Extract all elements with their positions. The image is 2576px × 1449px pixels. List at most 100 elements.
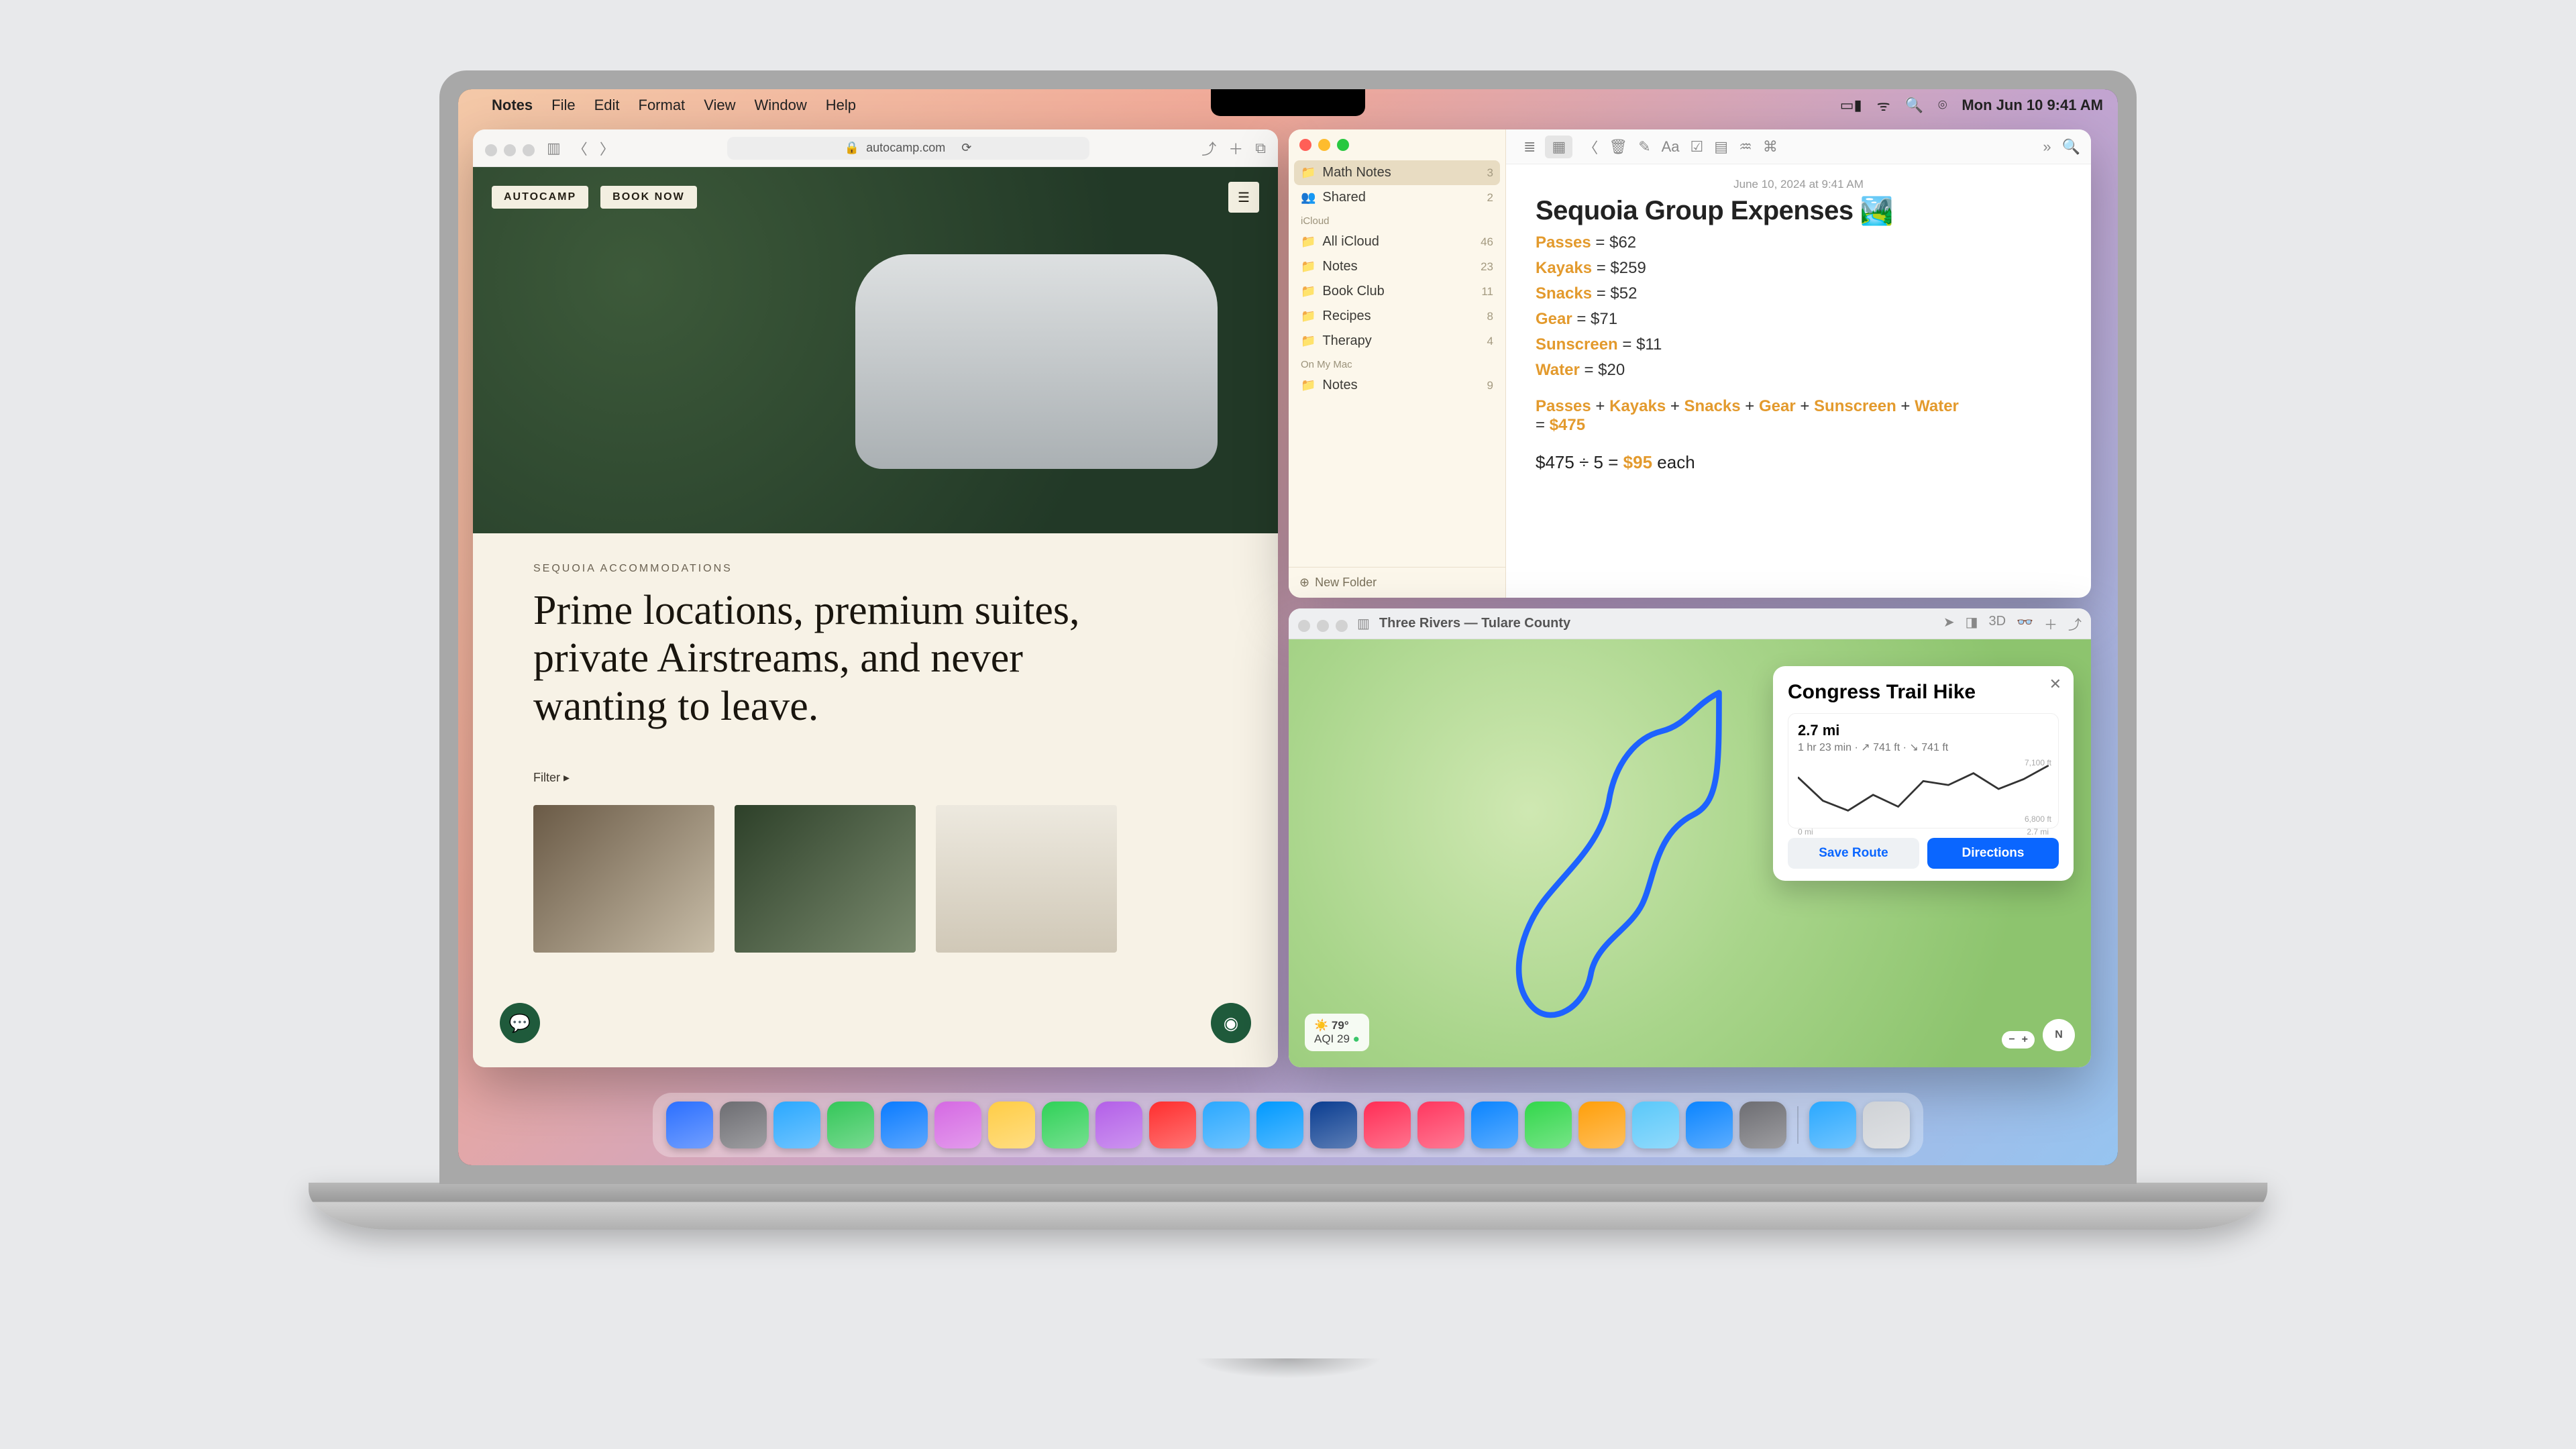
dock-app-10[interactable] <box>1203 1102 1250 1148</box>
hamburger-menu-icon[interactable]: ☰ <box>1228 182 1259 213</box>
new-folder-button[interactable]: ⊕ New Folder <box>1289 567 1505 598</box>
control-center-icon[interactable]: ⌾ <box>1938 97 1947 114</box>
menu-format[interactable]: Format <box>639 97 686 114</box>
safari-traffic-lights[interactable] <box>485 140 535 156</box>
sidebar-toggle-icon[interactable]: ▥ <box>547 140 561 157</box>
compass-icon[interactable]: N <box>2043 1019 2075 1051</box>
dock-app-12[interactable] <box>1310 1102 1357 1148</box>
3d-toggle[interactable]: 3D <box>1989 614 2006 633</box>
close-icon[interactable]: ✕ <box>2049 676 2061 693</box>
sun-icon: ☀️ <box>1314 1019 1328 1032</box>
dock-app-5[interactable] <box>934 1102 981 1148</box>
book-now-button[interactable]: BOOK NOW <box>600 186 697 209</box>
view-mode-segment[interactable]: ≣ ▦ <box>1517 136 1572 158</box>
save-route-button[interactable]: Save Route <box>1788 838 1919 869</box>
expense-key: Snacks <box>1536 284 1592 303</box>
wifi-icon[interactable]: ᯤ <box>1877 95 1890 115</box>
sidebar-item-math-notes[interactable]: 📁 Math Notes 3 <box>1294 160 1500 185</box>
menu-help[interactable]: Help <box>826 97 856 114</box>
accessibility-fab-icon[interactable]: ◉ <box>1211 1003 1251 1043</box>
sidebar-item-book-club[interactable]: 📁Book Club11 <box>1289 279 1505 304</box>
dock-app-15[interactable] <box>1471 1102 1518 1148</box>
sidebar-item-onmac-notes[interactable]: 📁Notes9 <box>1289 373 1505 398</box>
menu-file[interactable]: File <box>551 97 575 114</box>
address-bar[interactable]: 🔒 autocamp.com ⟳ <box>727 137 1089 160</box>
menubar-clock[interactable]: Mon Jun 10 9:41 AM <box>1962 97 2103 114</box>
dock-app-21[interactable] <box>1809 1102 1856 1148</box>
chat-fab-icon[interactable]: 💬 <box>500 1003 540 1043</box>
display-notch <box>1211 89 1365 116</box>
dock-app-14[interactable] <box>1417 1102 1464 1148</box>
locate-icon[interactable]: ➤ <box>1943 614 1955 633</box>
maps-sidebar-icon[interactable]: ▥ <box>1357 615 1370 632</box>
spotlight-icon[interactable]: 🔍 <box>1905 97 1923 114</box>
zoom-control[interactable]: −+ <box>2002 1031 2035 1049</box>
thumb-2[interactable] <box>735 805 916 953</box>
compose-icon[interactable]: ✎ <box>1638 138 1650 156</box>
notes-window: 📁 Math Notes 3 👥 Shared 2 iCloud 📁All iC… <box>1289 129 2091 598</box>
menu-window[interactable]: Window <box>754 97 806 114</box>
audio-icon[interactable]: ♒︎ <box>1739 138 1752 156</box>
weather-aqi-badge[interactable]: ☀️ 79° AQI 29 ● <box>1305 1014 1369 1051</box>
dock-app-1[interactable] <box>720 1102 767 1148</box>
forward-icon[interactable]: 〉 <box>600 138 614 159</box>
trash-icon[interactable]: 🗑 <box>1609 138 1627 156</box>
search-icon[interactable]: 🔍 <box>2062 138 2080 156</box>
expense-value: = $62 <box>1595 233 1636 252</box>
share-map-icon[interactable]: ⤴︎ <box>2068 614 2082 633</box>
back-icon[interactable]: 〈 <box>573 138 588 159</box>
dock-app-7[interactable] <box>1042 1102 1089 1148</box>
note-body[interactable]: June 10, 2024 at 9:41 AM Sequoia Group E… <box>1506 164 2091 486</box>
dock-app-3[interactable] <box>827 1102 874 1148</box>
more-icon[interactable]: » <box>2043 138 2051 156</box>
maps-traffic-lights[interactable] <box>1298 616 1348 632</box>
dock-app-20[interactable] <box>1739 1102 1786 1148</box>
per-result: $95 <box>1623 452 1652 472</box>
dock-app-9[interactable] <box>1149 1102 1196 1148</box>
checklist-icon[interactable]: ☑︎ <box>1690 138 1704 156</box>
dock-app-18[interactable] <box>1632 1102 1679 1148</box>
menubar-app-name[interactable]: Notes <box>492 97 533 114</box>
directions-button[interactable]: Directions <box>1927 838 2059 869</box>
thumb-3[interactable] <box>936 805 1117 953</box>
dock-app-0[interactable] <box>666 1102 713 1148</box>
menu-view[interactable]: View <box>704 97 735 114</box>
nav-back-icon[interactable]: 〈 <box>1583 136 1598 158</box>
dock-app-17[interactable] <box>1578 1102 1625 1148</box>
zoom-in-icon[interactable]: + <box>2022 1034 2028 1046</box>
zoom-out-icon[interactable]: − <box>2008 1034 2015 1046</box>
dock-app-2[interactable] <box>773 1102 820 1148</box>
dock-app-4[interactable] <box>881 1102 928 1148</box>
share-icon[interactable]: ⤴︎ <box>1201 138 1216 159</box>
filter-button[interactable]: Filter ▸ <box>533 771 1218 785</box>
sidebar-item-therapy[interactable]: 📁Therapy4 <box>1289 329 1505 354</box>
text-style-icon[interactable]: Aa <box>1662 138 1680 156</box>
sidebar-item-shared[interactable]: 👥 Shared 2 <box>1289 185 1505 210</box>
sidebar-item-notes[interactable]: 📁Notes23 <box>1289 254 1505 279</box>
dock-app-22[interactable] <box>1863 1102 1910 1148</box>
reload-icon[interactable]: ⟳ <box>961 141 971 155</box>
table-icon[interactable]: ▤ <box>1714 138 1728 156</box>
brand-logo[interactable]: AUTOCAMP <box>492 186 588 209</box>
dock-app-11[interactable] <box>1256 1102 1303 1148</box>
layers-icon[interactable]: ◨ <box>1966 614 1978 633</box>
new-tab-icon[interactable]: ＋ <box>1228 138 1243 159</box>
link-icon[interactable]: ⌘ <box>1763 138 1778 156</box>
list-view-icon[interactable]: ≣ <box>1517 136 1542 158</box>
sidebar-item-all-icloud[interactable]: 📁All iCloud46 <box>1289 229 1505 254</box>
thumb-1[interactable] <box>533 805 714 953</box>
dock-app-13[interactable] <box>1364 1102 1411 1148</box>
sidebar-item-recipes[interactable]: 📁Recipes8 <box>1289 304 1505 329</box>
map-canvas[interactable]: ✕ Congress Trail Hike 2.7 mi 1 hr 23 min… <box>1289 639 2091 1067</box>
battery-icon[interactable]: ▭▮ <box>1840 97 1862 114</box>
binoculars-icon[interactable]: 👓 <box>2017 614 2033 633</box>
dock-app-8[interactable] <box>1095 1102 1142 1148</box>
dock-app-16[interactable] <box>1525 1102 1572 1148</box>
tabs-icon[interactable]: ⧉ <box>1255 140 1266 157</box>
route-add-icon[interactable]: ＋ <box>2044 614 2057 633</box>
dock-app-19[interactable] <box>1686 1102 1733 1148</box>
dock-app-6[interactable] <box>988 1102 1035 1148</box>
grid-view-icon[interactable]: ▦ <box>1545 136 1572 158</box>
menu-edit[interactable]: Edit <box>594 97 620 114</box>
notes-traffic-lights[interactable] <box>1289 129 1505 160</box>
